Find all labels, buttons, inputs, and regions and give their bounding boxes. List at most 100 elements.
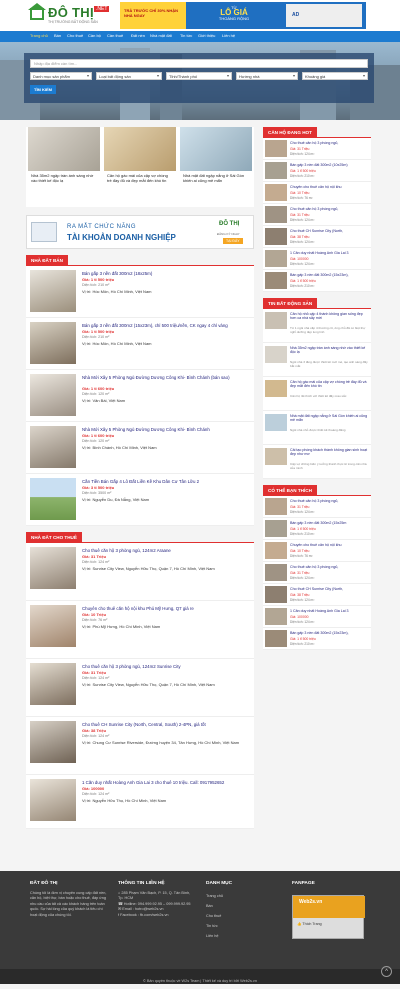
- site-logo[interactable]: ĐÔ THỊ .NET THỊ TRƯỜNG BẤT ĐỘNG SẢN: [28, 3, 116, 27]
- list-item[interactable]: Cho thuê CH Sunrise City (North, Giá: 38 …: [263, 584, 371, 606]
- list-item[interactable]: 1 Căn duy nhất Hoàng Anh Gia Lai 3 Giá: 1…: [263, 248, 371, 270]
- listing-title[interactable]: Bán gấp 3 nền đất 300m2 (15x25m: [290, 521, 368, 525]
- listing-area: Diện tích: 124 m²: [290, 510, 315, 514]
- site-header: ĐÔ THỊ .NET THỊ TRƯỜNG BẤT ĐỘNG SẢN TRẢ …: [0, 0, 400, 31]
- nav-item-land[interactable]: Đất nền: [131, 33, 145, 38]
- news-title[interactable]: Căn hộ nhỏ cấp 4 thành không gian sống đ…: [290, 312, 368, 321]
- back-to-top-icon[interactable]: ^: [381, 966, 392, 977]
- list-item[interactable]: Bán gấp 3 nền đất 300m2 (15x23m), Giá: 1 …: [263, 270, 371, 292]
- listing-title[interactable]: Chuyên cho thuê căn hộ nội khu: [290, 185, 368, 189]
- nav-item-news[interactable]: Tin tức: [180, 33, 192, 38]
- nav-item-sale[interactable]: Bán: [54, 33, 61, 38]
- news-item[interactable]: Nhà 35m2 ngập tràn ánh sáng nhờ vào thiế…: [263, 343, 371, 377]
- list-item[interactable]: Bán gấp 3 nền đất 300m2 (15x23m), chỉ 50…: [26, 318, 254, 370]
- list-item[interactable]: Chuyên cho thuê căn hộ nội khu Phú Mỹ Hư…: [26, 601, 254, 659]
- listing-title[interactable]: Cho thuê căn hộ 3 phòng ngủ, 124m2 Araan…: [82, 548, 250, 553]
- list-item[interactable]: Bán gấp 3 nền đất 300m2 (15x25m Giá: 1 tỉ…: [263, 518, 371, 540]
- list-item[interactable]: Nhà Mới Xây 5 Phòng Ngủ Đường Dương Công…: [26, 370, 254, 422]
- footer-link-rent[interactable]: Cho thuê: [206, 911, 276, 921]
- listing-title[interactable]: 1 Căn duy nhất Hoàng Anh Gia Lai 3: [290, 251, 368, 255]
- list-item[interactable]: Bán gấp 3 nền đất 300m2 (10x25m) Giá: 1 t…: [263, 160, 371, 182]
- listing-price: Giá: 31 Triệu: [290, 213, 310, 217]
- list-item[interactable]: Cho thuê căn hộ 3 phòng ngủ, Giá: 31 Triệ…: [263, 138, 371, 160]
- list-item[interactable]: Cho thuê căn hộ 3 phòng ngủ, Giá: 31 Triệ…: [263, 562, 371, 584]
- listing-title[interactable]: Bán gấp 3 nền đất 300m2 (10x25m): [290, 163, 368, 167]
- listing-title[interactable]: Cần Tiền Bán Gấp 4 Lô Đất Liền Kề Khu Dâ…: [82, 479, 250, 484]
- listing-title[interactable]: Chuyên cho thuê căn hộ nội khu: [290, 543, 368, 547]
- nav-item-home[interactable]: Trang chủ: [30, 33, 48, 38]
- news-title[interactable]: Nhà 35m2 ngập tràn ánh sáng nhờ vào thiế…: [290, 346, 368, 355]
- fanpage-like-button[interactable]: 👍 Thích Trang: [297, 922, 322, 926]
- listing-title[interactable]: Cho thuê CH Sunrise City (North,: [290, 587, 368, 591]
- listing-title[interactable]: Bán gấp 3 nền đất 300m2 (15x23m), chỉ 50…: [82, 323, 250, 328]
- search-button[interactable]: TÌM KIẾM: [30, 85, 56, 94]
- footer-link-home[interactable]: Trang chủ: [206, 891, 276, 901]
- news-title[interactable]: Căn hộ gác mái của cặp vợ chồng trẻ đầy …: [290, 380, 368, 389]
- nav-item-contact[interactable]: Liên hệ: [222, 33, 235, 38]
- nav-item-about[interactable]: Giới thiệu: [198, 33, 215, 38]
- ad-cta-button[interactable]: TẠI ĐÂY: [223, 238, 243, 244]
- select-price-range[interactable]: Khoảng giá: [302, 72, 368, 80]
- select-category[interactable]: Danh mục sản phẩm: [30, 72, 92, 80]
- footer-link-news[interactable]: Tin tức: [206, 921, 276, 931]
- list-item[interactable]: Cần Tiền Bán Gấp 4 Lô Đất Liền Kề Khu Dâ…: [26, 474, 254, 526]
- search-box: Nhập địa điểm cần tìm... Danh mục sản ph…: [24, 53, 374, 103]
- list-item[interactable]: Cho thuê căn hộ 3 phòng ngủ, Giá: 31 Triệ…: [263, 204, 371, 226]
- footer-link-sale[interactable]: Bán: [206, 901, 276, 911]
- listing-title[interactable]: Cho thuê căn hộ 3 phòng ngủ,: [290, 141, 368, 145]
- select-direction[interactable]: Hướng nhà: [236, 72, 298, 80]
- listing-title[interactable]: Bán gấp 3 nền đất 300m2 (15x23m),: [290, 631, 368, 635]
- list-item[interactable]: Cho thuê CH Sunrise City (North, Central…: [26, 717, 254, 775]
- footer-fanpage: FANPAGE: [292, 881, 364, 891]
- facebook-page-widget[interactable]: Web2s.vn 👍 Thích Trang: [292, 895, 365, 939]
- news-title[interactable]: Nhà mặt đất ngập nắng ở Sài Gòn khiến ai…: [290, 414, 368, 423]
- list-item[interactable]: 1 Căn duy nhất Hoàng Anh Gia Lai 3 Giá: 1…: [263, 606, 371, 628]
- news-item[interactable]: Căn hộ gác mái của cặp vợ chồng trẻ đầy …: [263, 377, 371, 411]
- listing-title[interactable]: Bán gấp 3 nền đất 300m2 (15x23m),: [290, 273, 368, 277]
- search-input[interactable]: Nhập địa điểm cần tìm...: [30, 59, 368, 68]
- list-item[interactable]: Chuyên cho thuê căn hộ nội khu Giá: 10 Tr…: [263, 540, 371, 562]
- listing-title[interactable]: Cho thuê CH Sunrise City (North,: [290, 229, 368, 233]
- sidebar: CĂN HỘ ĐANG HOT Cho thuê căn hộ 3 phòng …: [263, 127, 371, 650]
- list-item[interactable]: Bán gấp 3 nền đất 300m2 (15x23m), Giá: 1 …: [263, 628, 371, 650]
- list-item[interactable]: Nhà Mới Xây 5 Phòng Ngủ Đường Dương Công…: [26, 422, 254, 474]
- listing-image: [30, 721, 76, 763]
- nav-item-buy[interactable]: Cần bộ: [88, 33, 101, 38]
- list-item[interactable]: Cho thuê căn hộ 3 phòng ngủ, 124m2 Araan…: [26, 543, 254, 601]
- list-item[interactable]: Bán gấp 3 nền đất 300m2 (18x25m) Giá: 1 …: [26, 266, 254, 318]
- list-item[interactable]: Cho thuê CH Sunrise City (North, Giá: 38 …: [263, 226, 371, 248]
- listing-title[interactable]: Bán gấp 3 nền đất 300m2 (18x25m): [82, 271, 250, 276]
- featured-item[interactable]: Căn hộ gác mái của cặp vợ chồng trẻ đầy …: [104, 127, 176, 205]
- news-item[interactable]: Căn hộ nhỏ cấp 4 thành không gian sống đ…: [263, 309, 371, 343]
- header-banner-ad[interactable]: TRẢ TRƯỚC CHỈ 30% NHẬN NHÀ NGAY TỪ LÔ GI…: [120, 2, 366, 29]
- listing-title[interactable]: 1 Căn duy nhất Hoàng Anh Gia Lai 3: [290, 609, 368, 613]
- logo-net: .NET: [94, 6, 110, 12]
- select-property-type[interactable]: Loại bất động sản: [96, 72, 162, 80]
- listing-title[interactable]: 1 Căn duy nhất Hoàng Anh Gia Lai 3 cho t…: [82, 780, 250, 785]
- news-title[interactable]: Cải tạo phòng khách thành không gian sin…: [290, 448, 368, 457]
- nav-item-house[interactable]: Nhà mặt đất: [150, 33, 172, 38]
- listing-title[interactable]: Cho thuê căn hộ 3 phòng ngủ,: [290, 499, 368, 503]
- list-item[interactable]: 1 Căn duy nhất Hoàng Anh Gia Lai 3 cho t…: [26, 775, 254, 829]
- listing-title[interactable]: Nhà Mới Xây 5 Phòng Ngủ Đường Dương Công…: [82, 427, 250, 432]
- news-item[interactable]: Nhà mặt đất ngập nắng ở Sài Gòn khiến ai…: [263, 411, 371, 445]
- listing-title[interactable]: Cho thuê căn hộ 3 phòng ngủ,: [290, 207, 368, 211]
- select-province[interactable]: Tỉnh/Thành phố: [166, 72, 232, 80]
- list-item[interactable]: Chuyên cho thuê căn hộ nội khu Giá: 10 Tr…: [263, 182, 371, 204]
- featured-item[interactable]: Nhà 35m2 ngập tràn ánh sáng nhờ vào thiế…: [28, 127, 100, 205]
- listing-title[interactable]: Nhà Mới Xây 5 Phòng Ngủ Đường Dương Công…: [82, 375, 250, 380]
- news-item[interactable]: Cải tạo phòng khách thành không gian sin…: [263, 445, 371, 479]
- business-account-ad[interactable]: RA MẮT CHỨC NĂNG TÀI KHOẢN DOANH NGHIỆP …: [26, 215, 254, 249]
- listing-area: Diện tích: 120 m²: [82, 392, 110, 396]
- listing-title[interactable]: Cho thuê căn hộ 3 phòng ngủ, 124m2 Sunri…: [82, 664, 250, 669]
- list-item[interactable]: Cho thuê căn hộ 3 phòng ngủ, Giá: 31 Triệ…: [263, 496, 371, 518]
- footer-link-contact[interactable]: Liên hệ: [206, 931, 276, 941]
- listing-title[interactable]: Cho thuê CH Sunrise City (North, Central…: [82, 722, 250, 727]
- footer-facebook[interactable]: f Facebook : fb.com/web2s.vn: [118, 913, 196, 918]
- nav-item-rent[interactable]: Cho thuê: [67, 33, 83, 38]
- listing-title[interactable]: Cho thuê căn hộ 3 phòng ngủ,: [290, 565, 368, 569]
- featured-item[interactable]: Nhà mặt đất ngập nắng ở Sài Gòn khiến ai…: [180, 127, 252, 205]
- list-item[interactable]: Cho thuê căn hộ 3 phòng ngủ, 124m2 Sunri…: [26, 659, 254, 717]
- nav-item-need-rent[interactable]: Cần thuê: [107, 33, 123, 38]
- listing-title[interactable]: Chuyên cho thuê căn hộ nội khu Phú Mỹ Hư…: [82, 606, 250, 611]
